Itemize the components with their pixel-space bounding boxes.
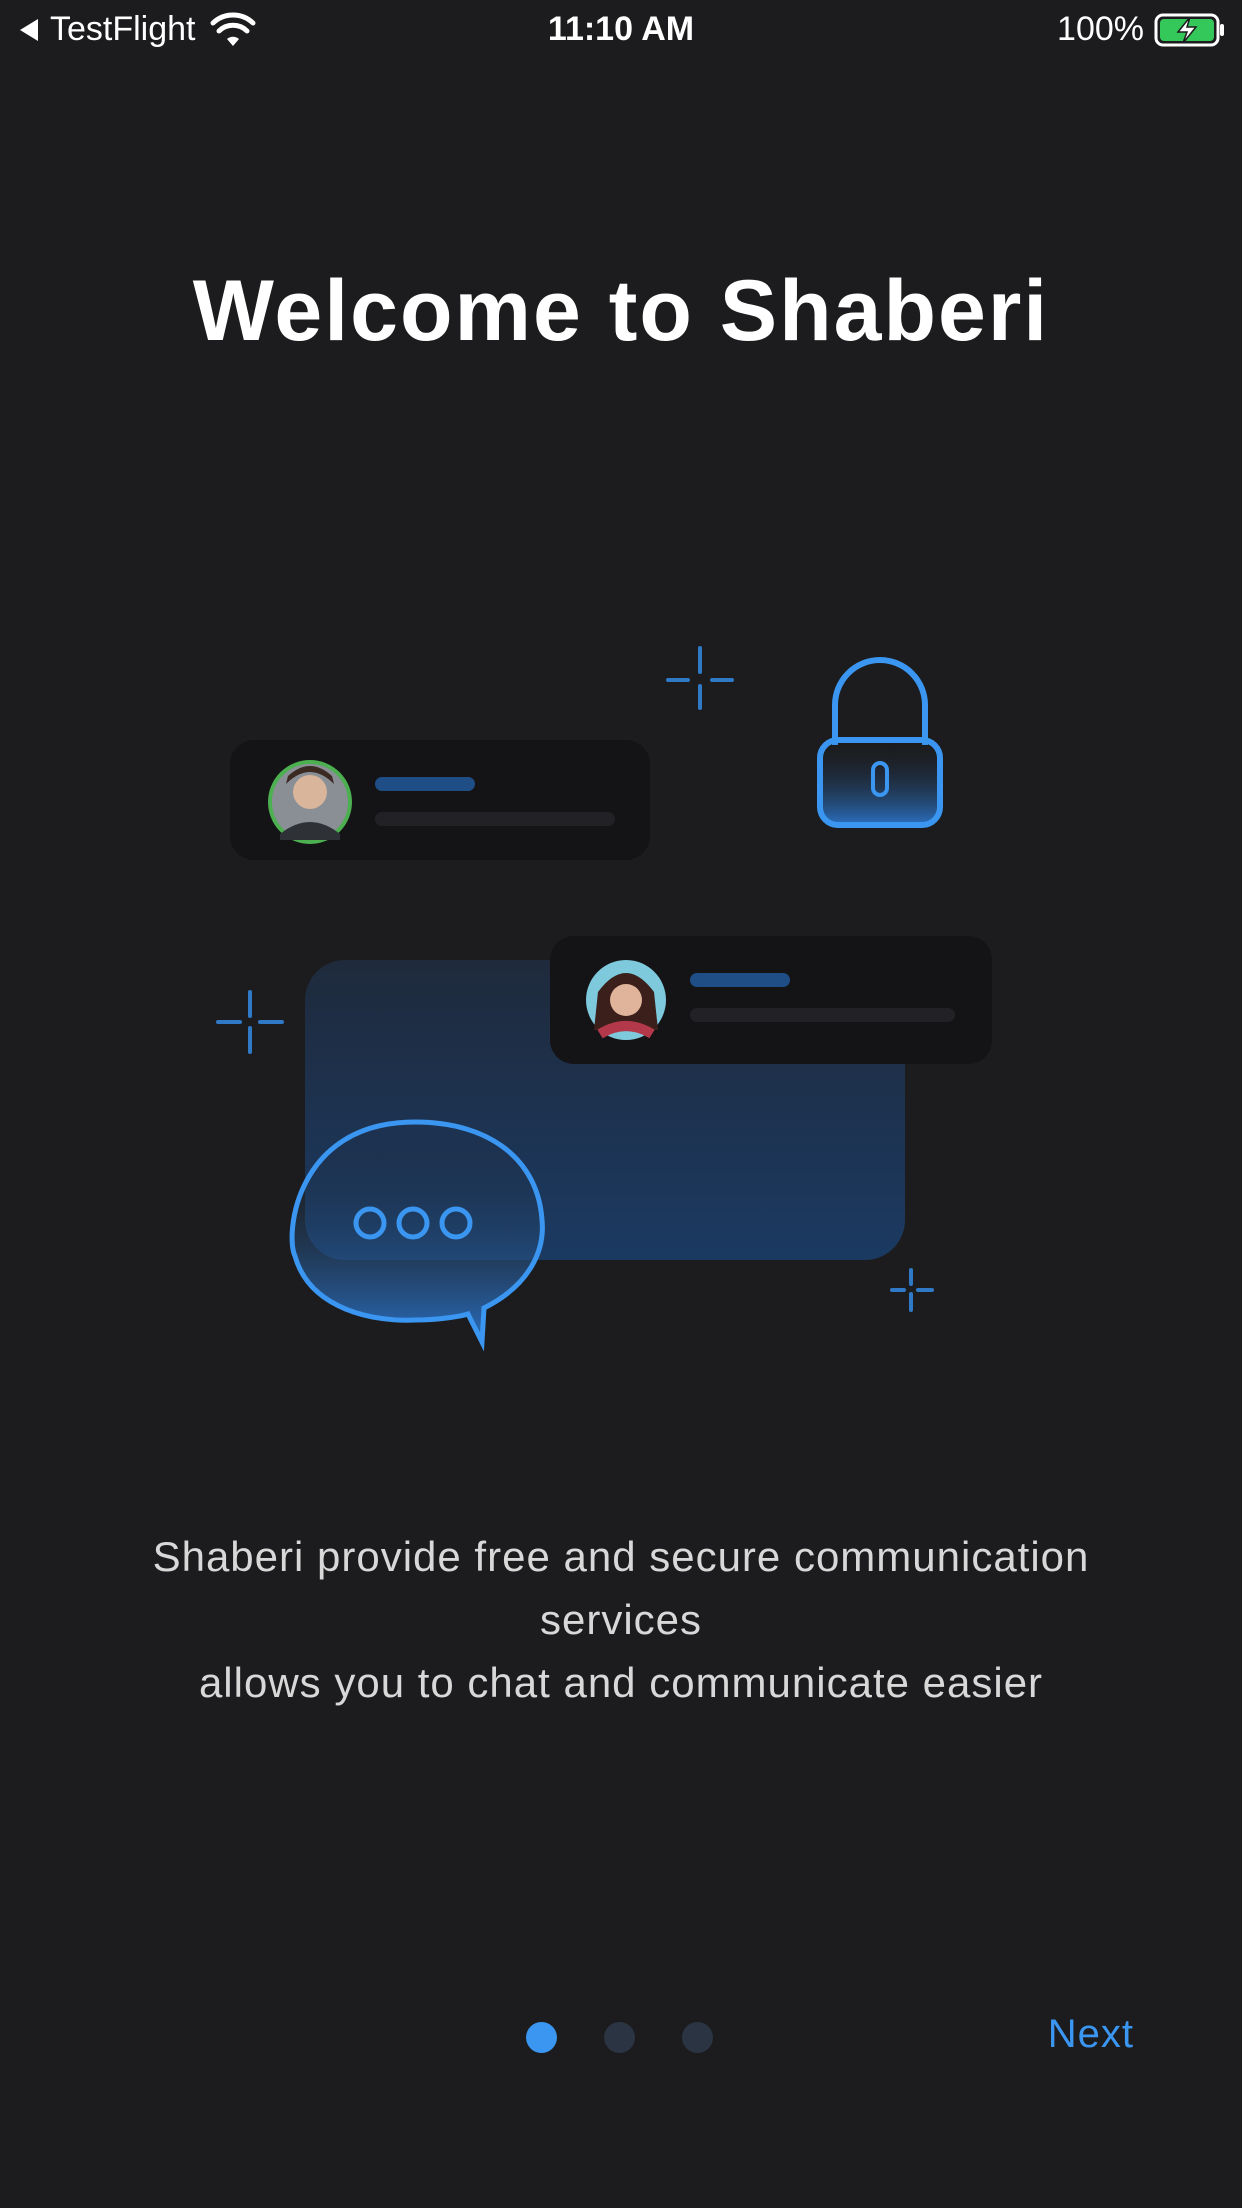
message-card-1 xyxy=(230,740,650,860)
chat-illustration xyxy=(216,646,992,1352)
onboarding-description: Shaberi provide free and secure communic… xyxy=(60,1525,1182,1714)
welcome-title: Welcome to Shaberi xyxy=(192,263,1050,359)
battery-percent: 100% xyxy=(1057,10,1144,48)
status-bar: TestFlight 11:10 AM 100% xyxy=(0,0,1242,64)
description-line-2: services xyxy=(539,1596,703,1643)
page-dot-3[interactable] xyxy=(682,2022,713,2053)
lock-icon xyxy=(817,657,943,828)
speech-bubble-icon xyxy=(289,1119,545,1352)
sparkle-icon-2 xyxy=(216,990,284,1054)
next-button[interactable]: Next xyxy=(1048,2012,1134,2057)
description-line-3: allows you to chat and communicate easie… xyxy=(198,1659,1044,1706)
battery-charging-icon xyxy=(1154,13,1224,46)
sparkle-icon-3 xyxy=(890,1268,934,1312)
onboarding-screen: TestFlight 11:10 AM 100% Welcome to Shab… xyxy=(0,0,1242,2208)
page-indicator xyxy=(526,2022,713,2053)
page-dot-2[interactable] xyxy=(604,2022,635,2053)
sparkle-icon-1 xyxy=(666,646,734,710)
message-card-2 xyxy=(550,936,992,1064)
status-time: 11:10 AM xyxy=(547,10,695,48)
description-line-1: Shaberi provide free and secure communic… xyxy=(152,1533,1090,1580)
page-dot-1[interactable] xyxy=(526,2022,557,2053)
battery-status: 100% xyxy=(1057,10,1226,49)
